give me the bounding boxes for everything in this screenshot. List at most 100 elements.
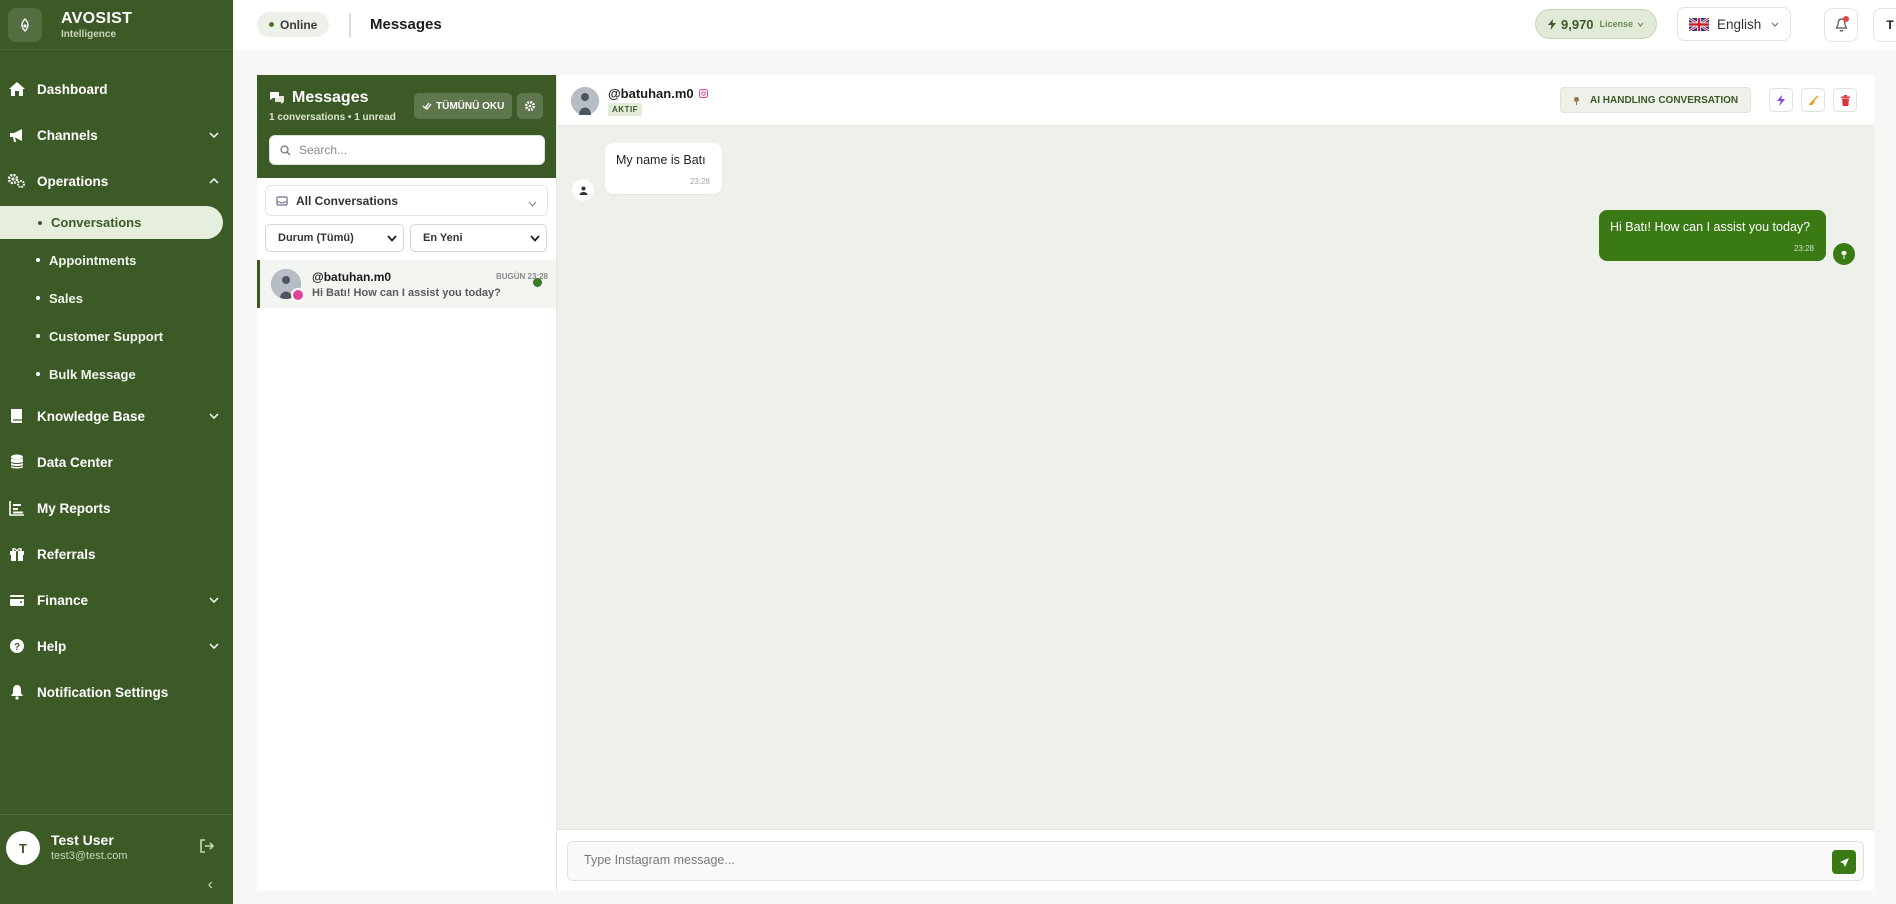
ai-handling-button[interactable]: AI HANDLING CONVERSATION (1560, 87, 1752, 113)
settings-button[interactable] (517, 93, 543, 119)
bolt-icon (1777, 94, 1785, 106)
sidebar-subitem-appointments[interactable]: Appointments (0, 241, 233, 279)
sort-select[interactable]: En Yeni (410, 224, 547, 252)
uk-flag-icon (1689, 17, 1709, 31)
chevron-up-icon (207, 174, 221, 188)
sidebar-item-label: Referrals (37, 546, 96, 562)
chart-icon (7, 498, 27, 518)
license-badge[interactable]: 9,970 License (1535, 9, 1658, 39)
chevron-down-icon (528, 196, 537, 210)
bot-avatar-icon (1833, 243, 1855, 265)
sidebar-item-label: Finance (37, 592, 89, 608)
clear-conversation-button[interactable] (1801, 88, 1825, 112)
sidebar-subitem-conversations[interactable]: Conversations (0, 206, 223, 239)
sidebar-item-label: Notification Settings (37, 684, 169, 700)
sidebar-nav: Dashboard Channels Operations Conversati… (0, 66, 233, 715)
sidebar-item-dashboard[interactable]: Dashboard (0, 66, 233, 112)
sidebar-subitem-sales[interactable]: Sales (0, 279, 233, 317)
user-avatar-icon (572, 179, 594, 201)
sidebar-item-referrals[interactable]: Referrals (0, 531, 233, 577)
message-input[interactable] (584, 853, 1784, 867)
search-icon (280, 144, 291, 155)
conversation-filter-dropdown[interactable]: All Conversations (265, 185, 548, 216)
sidebar-item-channels[interactable]: Channels (0, 112, 233, 158)
book-icon (7, 406, 27, 426)
chevron-down-icon (207, 593, 221, 607)
wallet-icon (7, 590, 27, 610)
outgoing-message: Hi Batı! How can I assist you today? 23:… (1599, 210, 1826, 261)
user-email: test3@test.com (51, 850, 128, 862)
user-menu-button[interactable]: T (1873, 8, 1896, 42)
contact-name-row: @batuhan.m0 (608, 86, 708, 101)
language-label: English (1717, 16, 1762, 32)
language-selector[interactable]: English (1677, 7, 1791, 41)
avatar[interactable] (571, 87, 599, 115)
sidebar-item-knowledge-base[interactable]: Knowledge Base (0, 393, 233, 439)
avatar[interactable]: T (6, 831, 40, 865)
sidebar-subitem-label: Customer Support (49, 328, 164, 344)
status-badge[interactable]: Online (257, 12, 330, 37)
sidebar-item-label: Data Center (37, 454, 113, 470)
chevron-down-icon (530, 233, 540, 245)
instagram-icon (291, 288, 305, 302)
sidebar-item-operations[interactable]: Operations (0, 158, 233, 204)
brand-logo-icon[interactable] (8, 7, 42, 42)
sidebar-item-help[interactable]: ? Help (0, 623, 233, 669)
search-input[interactable] (299, 143, 519, 157)
chevron-down-icon (207, 128, 221, 142)
robot-icon (1573, 95, 1580, 105)
mark-all-read-button[interactable]: TÜMÜNÜ OKU (414, 93, 513, 119)
gears-icon (7, 171, 27, 191)
chat-bubbles-icon (269, 91, 285, 105)
sidebar-item-finance[interactable]: Finance (0, 577, 233, 623)
sidebar: AVOSIST Intelligence Dashboard Channels … (0, 0, 233, 904)
sidebar-subitem-label: Bulk Message (49, 366, 136, 382)
message-composer (557, 829, 1874, 891)
broom-icon (1808, 94, 1819, 105)
bolt-icon (1548, 18, 1556, 30)
notification-badge (1843, 16, 1849, 22)
list-header: Messages 1 conversations • 1 unread TÜMÜ… (257, 75, 556, 178)
message-time: 23:28 (1793, 244, 1814, 253)
user-name: Test User (51, 832, 114, 848)
notifications-button[interactable] (1824, 8, 1858, 42)
bullet (38, 220, 42, 225)
status-select-value: Durum (Tümü) (278, 232, 354, 244)
online-dot (269, 22, 274, 27)
chevron-down-icon (1771, 22, 1779, 27)
list-item[interactable]: @batuhan.m0 BUGÜN 23:28 Hi Batı! How can… (257, 260, 556, 308)
delete-conversation-button[interactable] (1833, 88, 1857, 112)
quick-action-button[interactable] (1769, 88, 1793, 112)
unread-dot (533, 278, 542, 287)
bell-icon (7, 682, 27, 702)
sidebar-subitem-bulk-message[interactable]: Bulk Message (0, 355, 233, 393)
sidebar-subitem-customer-support[interactable]: Customer Support (0, 317, 233, 355)
conversation-name: @batuhan.m0 (312, 270, 392, 284)
collapse-sidebar-icon[interactable]: ‹ (208, 876, 213, 894)
mark-all-read-label: TÜMÜNÜ OKU (436, 100, 505, 112)
sidebar-item-notification-settings[interactable]: Notification Settings (0, 669, 233, 715)
sidebar-item-my-reports[interactable]: My Reports (0, 485, 233, 531)
logout-icon[interactable] (199, 839, 215, 856)
chevron-down-icon (207, 409, 221, 423)
inbox-icon (276, 195, 288, 206)
sidebar-subitem-label: Conversations (51, 215, 142, 230)
send-button[interactable] (1832, 850, 1856, 874)
filter-label: All Conversations (296, 193, 399, 208)
sidebar-item-label: Operations (37, 173, 109, 189)
status-select[interactable]: Durum (Tümü) (265, 224, 404, 252)
instagram-icon (698, 89, 708, 98)
sidebar-subitem-label: Appointments (49, 252, 137, 268)
megaphone-icon (7, 125, 27, 145)
sidebar-item-label: Channels (37, 127, 98, 143)
sidebar-item-data-center[interactable]: Data Center (0, 439, 233, 485)
send-icon (1839, 857, 1849, 867)
database-icon (7, 452, 27, 472)
list-title: Messages (292, 89, 369, 106)
message-text: My name is Batı (616, 153, 706, 167)
bullet (36, 334, 40, 338)
topbar: Online Messages 9,970 License English T (233, 0, 1896, 50)
trash-icon (1840, 94, 1850, 106)
gift-icon (7, 544, 27, 564)
message-time: 23:28 (689, 177, 710, 186)
